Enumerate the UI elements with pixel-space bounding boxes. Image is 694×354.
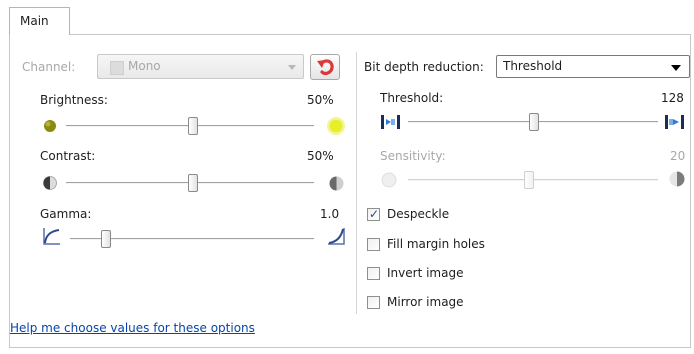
bit-depth-value: Threshold	[503, 59, 563, 73]
sensitivity-low-icon	[381, 172, 397, 188]
brightness-value: 50%	[307, 93, 334, 107]
sensitivity-high-icon	[669, 171, 685, 187]
invert-image-checkbox[interactable]	[367, 267, 380, 280]
chevron-down-icon	[671, 65, 681, 71]
invert-image-label[interactable]: Invert image	[387, 266, 463, 280]
threshold-high-icon	[665, 115, 684, 129]
channel-label: Channel:	[22, 60, 76, 74]
checkmark-icon: ✓	[369, 207, 380, 221]
contrast-slider-thumb[interactable]	[188, 174, 198, 192]
tab-main-label: Main	[20, 14, 49, 28]
brightness-low-icon	[44, 120, 56, 132]
brightness-label: Brightness:	[40, 93, 108, 107]
contrast-label: Contrast:	[40, 149, 96, 163]
gamma-label: Gamma:	[40, 207, 92, 221]
threshold-low-icon	[381, 115, 400, 129]
contrast-low-icon	[43, 176, 57, 190]
mirror-image-label[interactable]: Mirror image	[387, 295, 464, 309]
fill-margin-holes-checkbox[interactable]	[367, 238, 380, 251]
reset-button[interactable]	[310, 54, 340, 80]
gamma-slider-thumb[interactable]	[101, 230, 111, 248]
gamma-high-icon	[328, 228, 345, 245]
despeckle-label[interactable]: Despeckle	[387, 207, 449, 221]
threshold-value: 128	[661, 91, 684, 105]
column-divider	[356, 52, 357, 314]
brightness-slider-thumb[interactable]	[188, 117, 198, 135]
sensitivity-label: Sensitivity:	[380, 149, 446, 163]
sensitivity-value: 20	[670, 149, 686, 163]
channel-dropdown[interactable]: Mono	[97, 54, 304, 79]
threshold-slider-thumb[interactable]	[529, 113, 539, 131]
sensitivity-slider-thumb[interactable]	[524, 171, 534, 189]
threshold-label: Threshold:	[380, 91, 444, 105]
tab-main[interactable]: Main	[9, 7, 70, 35]
gamma-low-icon	[43, 228, 60, 245]
bit-depth-label: Bit depth reduction:	[364, 60, 484, 74]
channel-value: Mono	[128, 59, 161, 73]
brightness-high-icon	[327, 117, 345, 135]
fill-margin-holes-label[interactable]: Fill margin holes	[387, 237, 485, 251]
contrast-high-icon	[329, 176, 344, 191]
main-panel	[9, 34, 691, 348]
despeckle-checkbox[interactable]: ✓	[367, 208, 380, 221]
undo-arrow-icon	[317, 59, 334, 75]
bit-depth-dropdown[interactable]: Threshold	[496, 55, 690, 78]
chevron-down-icon	[288, 65, 296, 70]
gamma-value: 1.0	[320, 207, 340, 221]
mirror-image-checkbox[interactable]	[367, 296, 380, 309]
contrast-value: 50%	[307, 149, 334, 163]
channel-color-swatch	[110, 61, 124, 75]
help-link[interactable]: Help me choose values for these options	[10, 321, 255, 335]
